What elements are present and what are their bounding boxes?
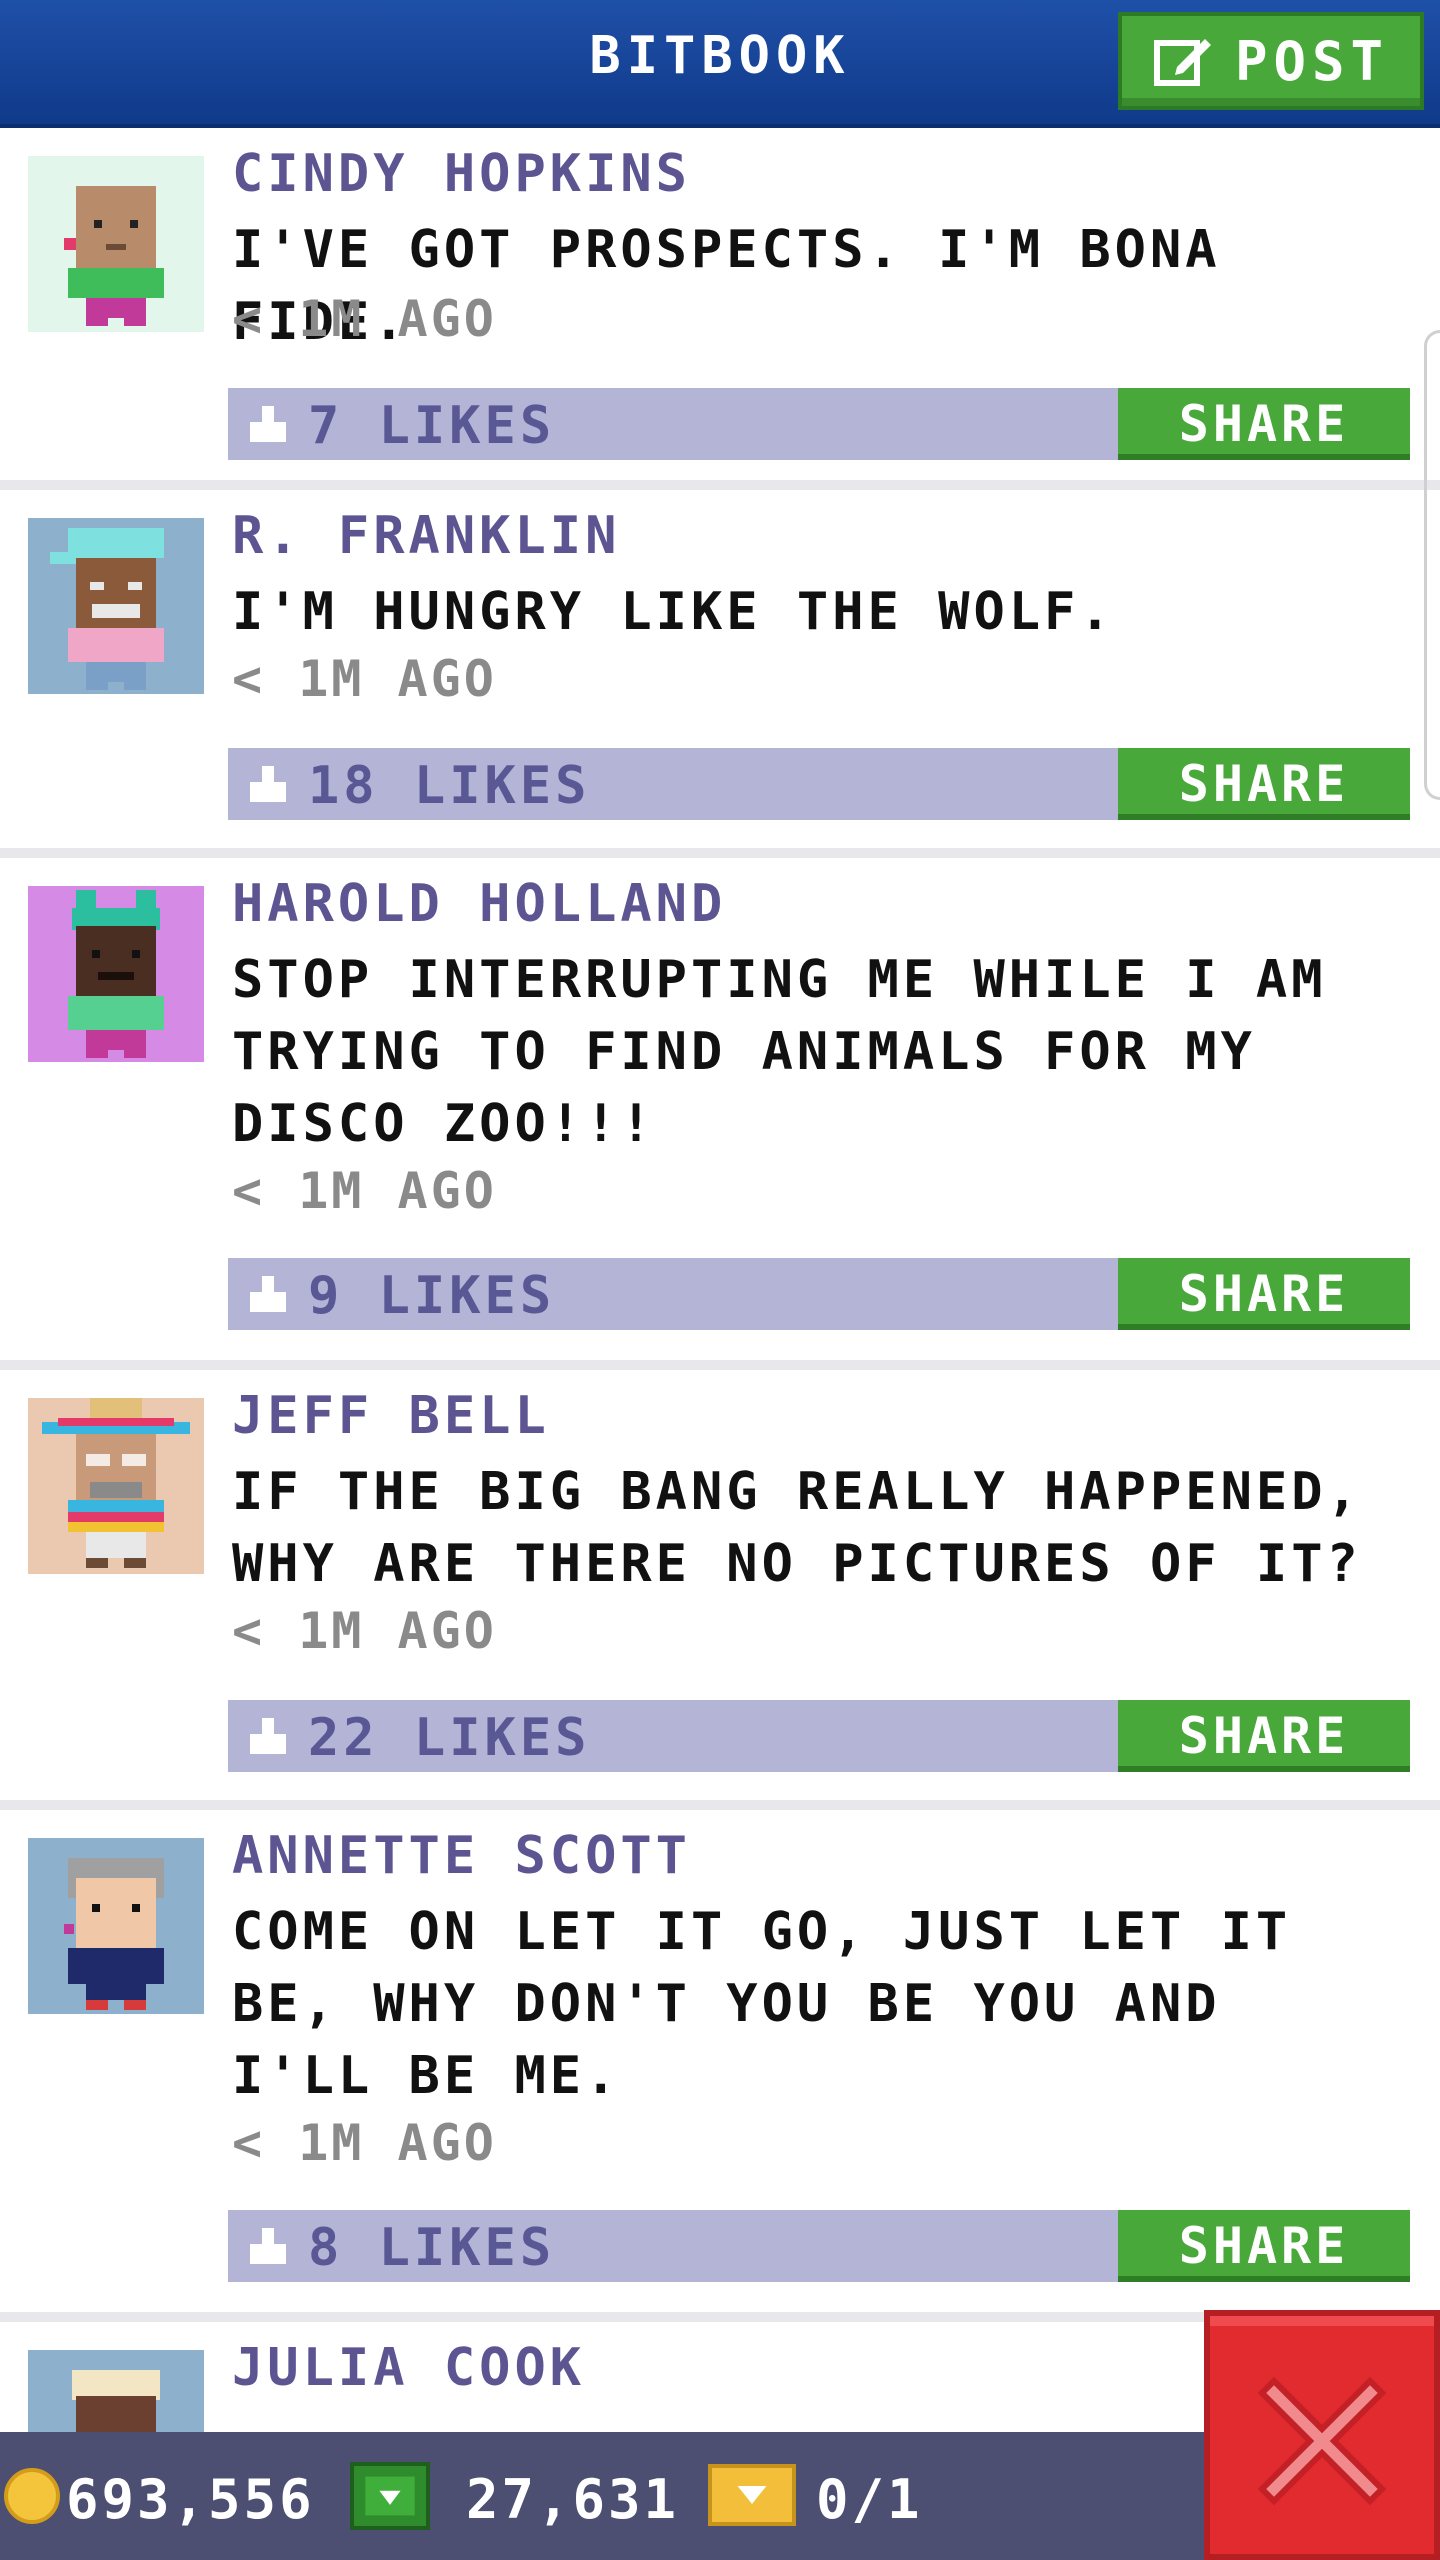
thumbs-up-icon xyxy=(250,2228,286,2264)
avatar[interactable] xyxy=(28,886,204,1062)
post-button[interactable]: POST xyxy=(1118,12,1424,110)
feed-post: ANNETTE SCOTT COME ON LET IT GO, JUST LE… xyxy=(0,1810,1440,2322)
post-timestamp: < 1M AGO xyxy=(232,290,497,348)
likes-count: 8 LIKES xyxy=(308,2218,556,2278)
avatar[interactable] xyxy=(28,518,204,694)
post-text: COME ON LET IT GO, JUST LET IT BE, WHY D… xyxy=(232,1902,1292,2106)
coins-count: 693,556 xyxy=(66,2468,315,2531)
avatar[interactable] xyxy=(28,1838,204,2014)
post-text: IF THE BIG BANG REALLY HAPPENED, WHY ARE… xyxy=(232,1462,1362,1594)
share-button[interactable]: SHARE xyxy=(1118,748,1410,820)
feed-post: CINDY HOPKINS I'VE GOT PROSPECTS. I'M BO… xyxy=(0,128,1440,490)
post-author[interactable]: JULIA COOK xyxy=(232,2338,585,2398)
share-button[interactable]: SHARE xyxy=(1118,388,1410,460)
cash-count: 27,631 xyxy=(466,2468,680,2531)
cash-symbol xyxy=(365,2476,415,2516)
likes-bar: 22 LIKES SHARE xyxy=(228,1700,1410,1772)
feed-post: JEFF BELL IF THE BIG BANG REALLY HAPPENE… xyxy=(0,1370,1440,1810)
close-icon xyxy=(1257,2376,1387,2506)
share-button[interactable]: SHARE xyxy=(1118,2210,1410,2282)
share-button[interactable]: SHARE xyxy=(1118,1258,1410,1330)
character-sprite xyxy=(50,528,164,690)
character-sprite xyxy=(64,186,164,326)
feed-list[interactable]: CINDY HOPKINS I'VE GOT PROSPECTS. I'M BO… xyxy=(0,128,1440,2542)
ticket-icon xyxy=(708,2464,796,2526)
likes-count: 9 LIKES xyxy=(308,1266,556,1326)
likes-bar: 18 LIKES SHARE xyxy=(228,748,1410,820)
cash-icon xyxy=(350,2462,430,2530)
character-sprite xyxy=(68,890,164,1058)
post-author[interactable]: HAROLD HOLLAND xyxy=(232,874,726,934)
post-timestamp: < 1M AGO xyxy=(232,1162,497,1220)
post-timestamp: < 1M AGO xyxy=(232,1602,497,1660)
share-button[interactable]: SHARE xyxy=(1118,1700,1410,1772)
post-author[interactable]: ANNETTE SCOTT xyxy=(232,1826,691,1886)
post-text: STOP INTERRUPTING ME WHILE I AM TRYING T… xyxy=(232,950,1327,1154)
feed-post: HAROLD HOLLAND STOP INTERRUPTING ME WHIL… xyxy=(0,858,1440,1370)
thumbs-up-icon xyxy=(250,766,286,802)
post-text: I'M HUNGRY LIKE THE WOLF. xyxy=(232,582,1115,642)
likes-count: 7 LIKES xyxy=(308,396,556,456)
avatar[interactable] xyxy=(28,156,204,332)
character-sprite xyxy=(42,1398,190,1568)
feed-post: R. FRANKLIN I'M HUNGRY LIKE THE WOLF. < … xyxy=(0,490,1440,858)
tickets-count: 0/1 xyxy=(816,2468,923,2531)
likes-bar: 9 LIKES SHARE xyxy=(228,1258,1410,1330)
avatar[interactable] xyxy=(28,1398,204,1574)
likes-count: 18 LIKES xyxy=(308,756,591,816)
close-button[interactable] xyxy=(1204,2310,1440,2560)
post-button-label: POST xyxy=(1234,29,1390,93)
thumbs-up-icon xyxy=(250,1276,286,1312)
character-sprite xyxy=(64,1858,164,2010)
scrollbar[interactable] xyxy=(1424,330,1440,800)
post-author[interactable]: CINDY HOPKINS xyxy=(232,144,691,204)
thumbs-up-icon xyxy=(250,1718,286,1754)
compose-icon xyxy=(1153,39,1211,86)
ticket-symbol xyxy=(737,2486,767,2504)
thumbs-up-icon xyxy=(250,406,286,442)
post-author[interactable]: JEFF BELL xyxy=(232,1386,550,1446)
post-timestamp: < 1M AGO xyxy=(232,650,497,708)
post-timestamp: < 1M AGO xyxy=(232,2114,497,2172)
post-author[interactable]: R. FRANKLIN xyxy=(232,506,620,566)
likes-bar: 8 LIKES SHARE xyxy=(228,2210,1410,2282)
likes-bar: 7 LIKES SHARE xyxy=(228,388,1410,460)
likes-count: 22 LIKES xyxy=(308,1708,591,1768)
app-header: BITBOOK POST xyxy=(0,0,1440,128)
coin-icon xyxy=(4,2468,60,2524)
